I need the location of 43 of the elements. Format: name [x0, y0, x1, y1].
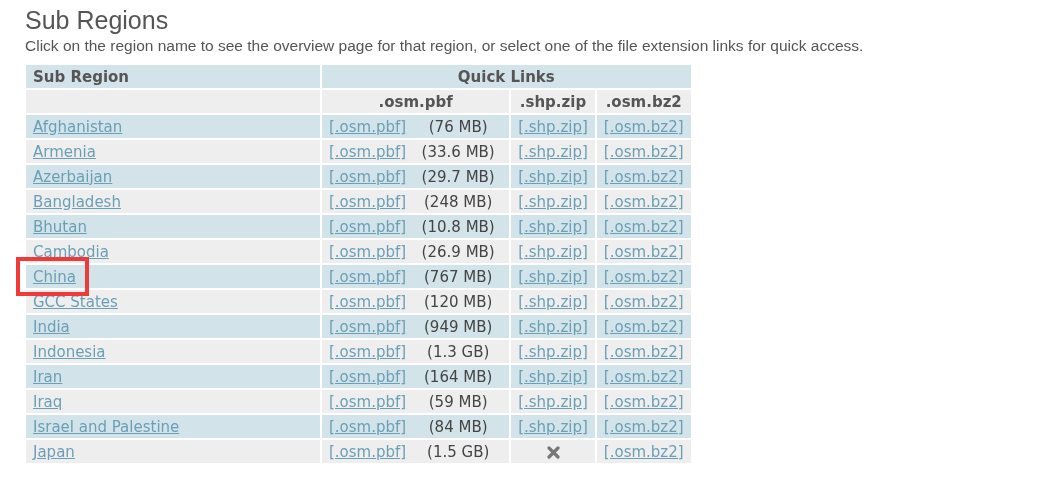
file-link[interactable]: [.osm.pbf]: [329, 417, 407, 436]
file-link[interactable]: [.osm.pbf]: [329, 292, 407, 311]
region-link[interactable]: Bhutan: [33, 217, 87, 236]
file-link[interactable]: [.osm.pbf]: [329, 367, 407, 386]
file-size: (949 MB): [423, 317, 494, 336]
region-link[interactable]: Iraq: [33, 392, 63, 411]
file-size: (26.9 MB): [420, 242, 496, 261]
region-link[interactable]: Armenia: [33, 142, 96, 161]
file-link[interactable]: [.osm.pbf]: [329, 192, 407, 211]
file-size: (248 MB): [423, 192, 494, 211]
file-size: (164 MB): [423, 367, 494, 386]
region-link[interactable]: Iran: [33, 367, 63, 386]
file-size: (84 MB): [427, 417, 489, 436]
file-size: (33.6 MB): [420, 142, 496, 161]
file-size: (120 MB): [423, 292, 494, 311]
file-link[interactable]: [.osm.pbf]: [329, 267, 407, 286]
file-link[interactable]: [.osm.pbf]: [329, 242, 407, 261]
region-link[interactable]: China: [33, 267, 76, 286]
file-link[interactable]: [.osm.pbf]: [329, 442, 407, 461]
file-size: (29.7 MB): [420, 167, 496, 186]
page-title: Sub Regions: [25, 5, 170, 36]
region-link[interactable]: India: [33, 317, 70, 336]
file-link[interactable]: [.osm.pbf]: [329, 392, 407, 411]
file-size: (1.3 GB): [426, 342, 491, 361]
file-size: (10.8 MB): [420, 217, 496, 236]
file-link[interactable]: [.osm.pbf]: [329, 317, 407, 336]
file-link[interactable]: [.osm.pbf]: [329, 142, 407, 161]
region-link[interactable]: Japan: [33, 442, 75, 461]
file-link[interactable]: [.osm.pbf]: [329, 217, 407, 236]
column-header: .shp.zip: [511, 90, 595, 113]
column-header: .osm.bz2: [596, 90, 691, 113]
file-size: (59 MB): [427, 392, 489, 411]
file-size: (767 MB): [423, 267, 494, 286]
column-header: Quick Links: [322, 65, 691, 88]
file-link[interactable]: [.osm.pbf]: [329, 342, 407, 361]
file-link[interactable]: [.osm.pbf]: [329, 117, 407, 136]
column-header: Sub Region: [26, 65, 320, 88]
file-size: (1.5 GB): [426, 442, 491, 461]
unavailable-icon: [546, 445, 560, 459]
description-text: Click on the region name to see the overview page for that region, or select one of the file extension links for quick access.: [25, 36, 865, 56]
column-header: .osm.pbf: [322, 90, 510, 113]
file-size: (76 MB): [427, 117, 489, 136]
file-link[interactable]: [.osm.pbf]: [329, 167, 407, 186]
